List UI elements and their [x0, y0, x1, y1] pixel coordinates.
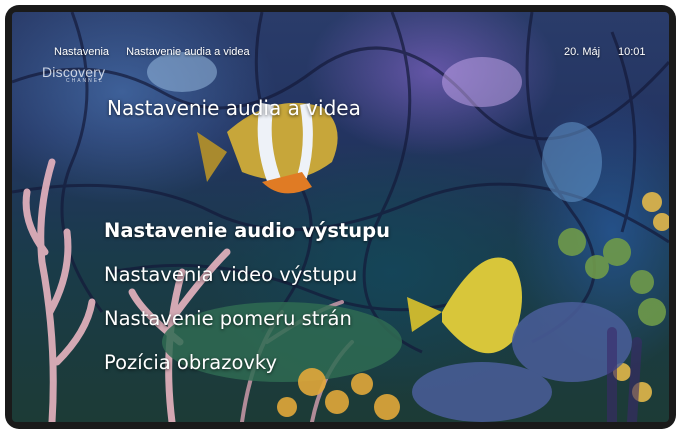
tv-frame: Nastavenia Nastavenie audia a videa Disc… [5, 5, 676, 429]
date-display: 20. Máj [564, 46, 601, 58]
settings-menu: Nastavenie audio výstupu Nastavenia vide… [104, 217, 390, 393]
page-title: Nastavenie audia a videa [107, 96, 361, 120]
menu-item-video-output[interactable]: Nastavenia video výstupu [104, 261, 390, 305]
menu-item-audio-output[interactable]: Nastavenie audio výstupu [104, 217, 390, 261]
menu-item-screen-position[interactable]: Pozícia obrazovky [104, 349, 390, 393]
breadcrumb-item-settings[interactable]: Nastavenia [54, 46, 109, 58]
logo-sub: CHANNEL [66, 78, 104, 84]
breadcrumb-item-audio-video[interactable]: Nastavenie audia a videa [126, 46, 250, 58]
discovery-logo: Discovery CHANNEL [42, 64, 105, 84]
clock-display: 10:01 [618, 46, 646, 58]
menu-item-aspect-ratio[interactable]: Nastavenie pomeru strán [104, 305, 390, 349]
screen: Nastavenia Nastavenie audia a videa Disc… [12, 12, 669, 422]
breadcrumb: Nastavenia Nastavenie audia a videa [54, 46, 264, 58]
